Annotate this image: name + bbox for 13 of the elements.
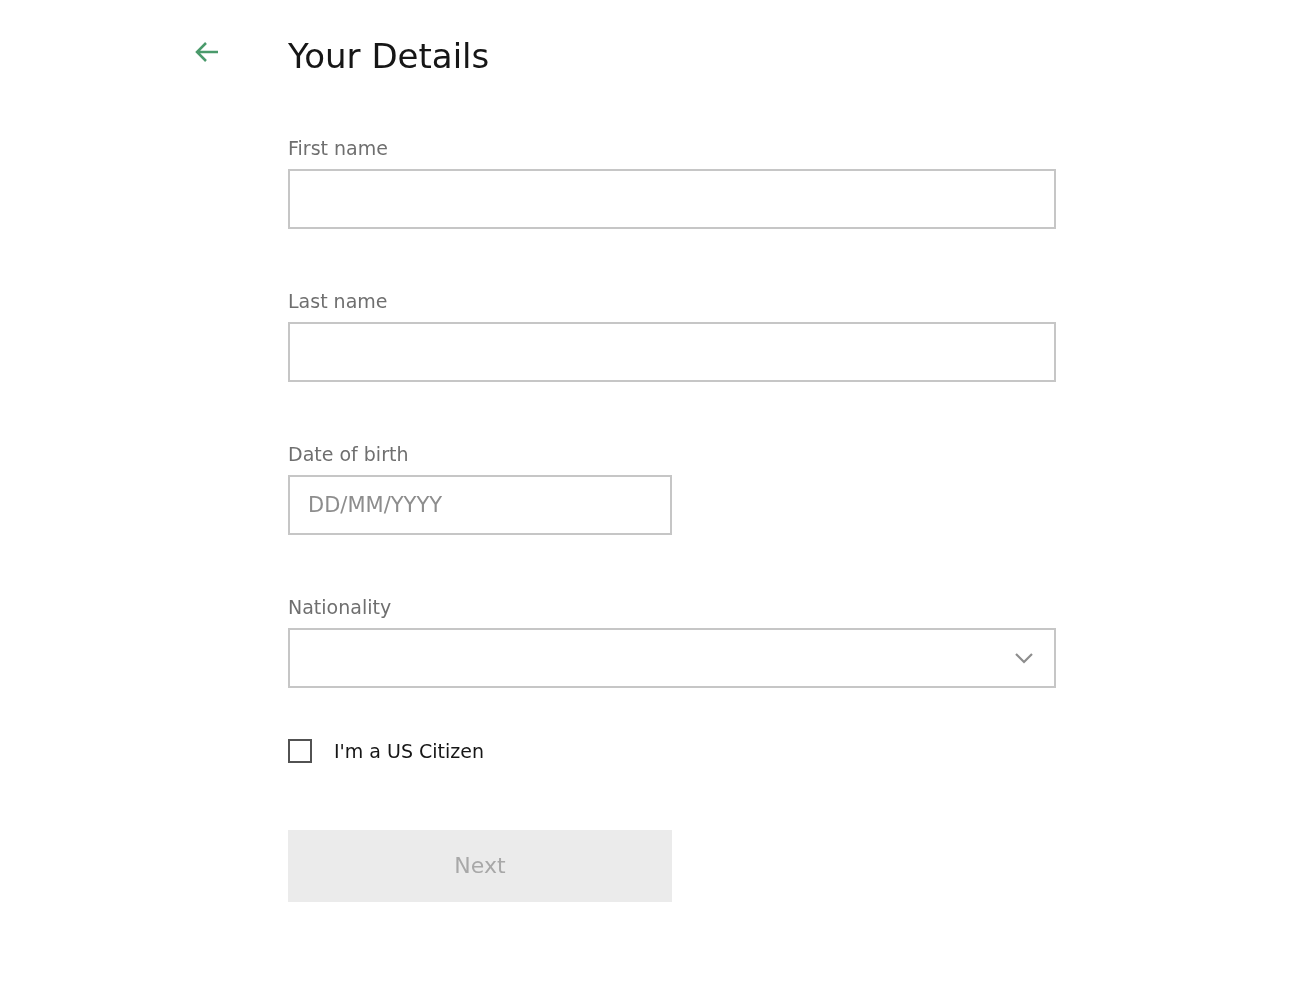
field-label: Date of birth — [288, 442, 409, 466]
page-title: Your Details — [288, 35, 490, 78]
date-field[interactable]: DD/MM/YYYY — [288, 475, 672, 535]
field-label: First name — [288, 136, 388, 160]
dropdown-field[interactable] — [288, 628, 1056, 688]
chevron-down-icon — [1014, 652, 1034, 664]
input-field[interactable] — [288, 169, 1056, 229]
input-field[interactable] — [288, 322, 1056, 382]
checkbox-label: I'm a US Citizen — [334, 739, 485, 764]
field-label: Last name — [288, 289, 388, 313]
field-label: Nationality — [288, 595, 392, 619]
checkbox[interactable] — [288, 739, 312, 764]
back-arrow-icon — [194, 41, 220, 63]
